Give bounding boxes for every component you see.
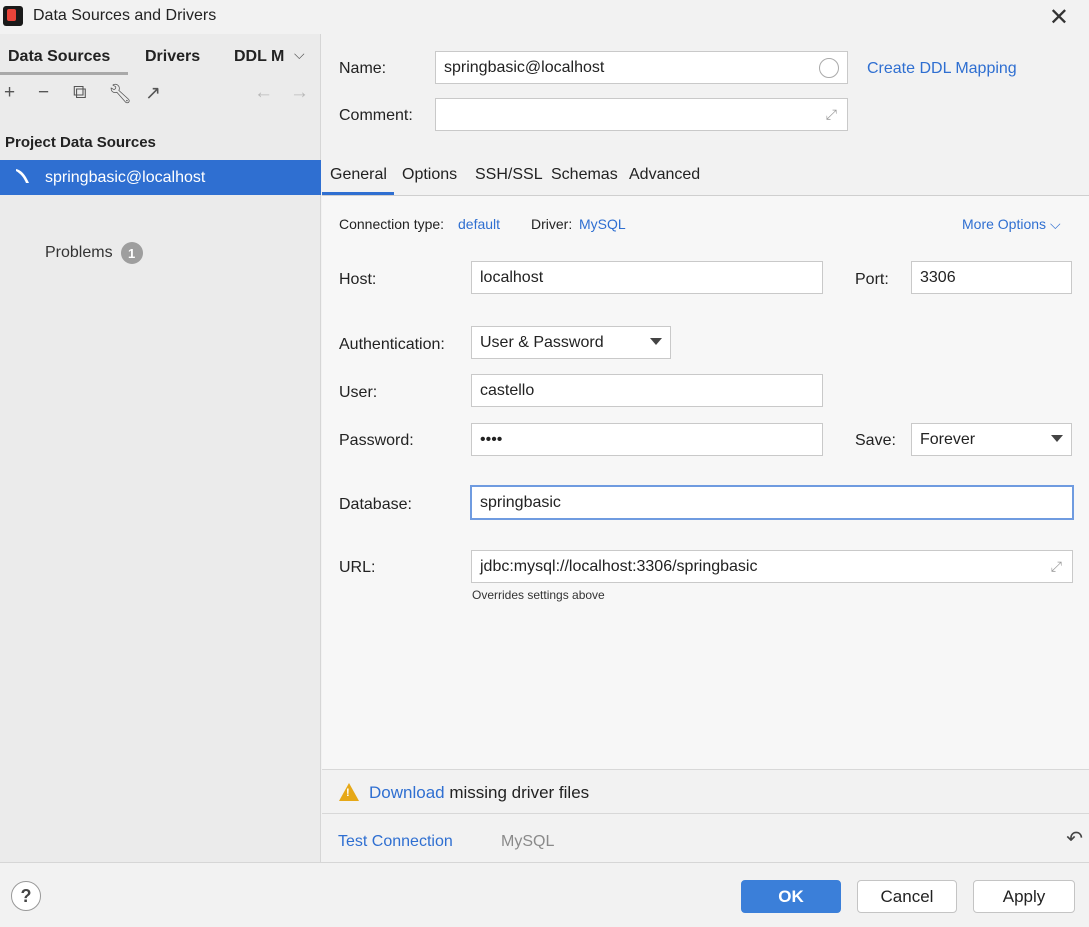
left-toolbar: + − ⧉ 🔧︎ ↗ ← → — [0, 80, 321, 110]
back-arrow-icon[interactable]: ← — [254, 82, 273, 104]
color-circle-icon[interactable] — [819, 58, 839, 78]
tab-data-sources[interactable]: Data Sources — [8, 48, 110, 66]
save-label: Save: — [855, 432, 896, 449]
url-input[interactable]: jdbc:mysql://localhost:3306/springbasic … — [471, 550, 1073, 583]
window-title: Data Sources and Drivers — [33, 7, 217, 24]
data-source-item[interactable]: springbasic@localhost — [0, 160, 321, 195]
url-value: jdbc:mysql://localhost:3306/springbasic — [480, 558, 758, 575]
expand-icon[interactable]: ⤢ — [1051, 558, 1062, 575]
expand-icon[interactable]: ⤢ — [826, 106, 837, 123]
connection-footer: Test Connection MySQL ↶ — [322, 814, 1089, 862]
tab-ddl-mappings[interactable]: DDL M — [234, 48, 284, 66]
tab-drivers[interactable]: Drivers — [145, 48, 200, 66]
more-options-link[interactable]: More Options ⌵ — [962, 216, 1061, 233]
problems-item[interactable]: Problems 1 — [45, 242, 143, 264]
driver-label: Driver: — [531, 216, 573, 232]
undo-icon[interactable]: ↶ — [1066, 826, 1083, 851]
connection-type-link[interactable]: default — [458, 216, 500, 232]
settings-tab-bar: General Options SSH/SSL Schemas Advanced — [322, 162, 1089, 196]
host-label: Host: — [339, 271, 377, 288]
driver-name-label: MySQL — [501, 833, 555, 850]
user-input[interactable]: castello — [471, 374, 823, 407]
left-panel: Data Sources Drivers DDL M ⌵ + − ⧉ 🔧︎ ↗ … — [0, 34, 321, 862]
authentication-select[interactable]: User & Password — [471, 326, 671, 359]
dropdown-arrow-icon — [650, 338, 662, 345]
name-value: springbasic@localhost — [444, 59, 605, 76]
tab-advanced[interactable]: Advanced — [629, 166, 700, 184]
port-label: Port: — [855, 271, 889, 288]
test-connection-link[interactable]: Test Connection — [338, 833, 453, 851]
download-link[interactable]: Download — [369, 783, 445, 802]
database-input[interactable]: springbasic — [470, 485, 1074, 520]
warning-icon: ! — [339, 783, 359, 801]
add-icon[interactable]: + — [4, 82, 15, 104]
name-label: Name: — [339, 60, 387, 77]
forward-arrow-icon[interactable]: → — [290, 82, 309, 104]
save-select[interactable]: Forever — [911, 423, 1072, 456]
tab-ssh-ssl[interactable]: SSH/SSL — [475, 166, 543, 184]
tab-underline — [322, 192, 394, 195]
driver-link[interactable]: MySQL — [579, 216, 626, 232]
cancel-button[interactable]: Cancel — [857, 880, 957, 913]
chevron-down-icon: ⌵ — [1049, 216, 1061, 232]
connection-type-label: Connection type: — [339, 216, 445, 232]
app-icon — [3, 6, 23, 26]
user-label: User: — [339, 384, 378, 401]
title-bar: Data Sources and Drivers ✕ — [0, 0, 1089, 34]
host-input[interactable]: localhost — [471, 261, 823, 294]
password-label: Password: — [339, 432, 414, 449]
external-link-icon[interactable]: ↗ — [145, 82, 161, 105]
tab-general[interactable]: General — [330, 166, 387, 184]
tab-schemas[interactable]: Schemas — [551, 166, 618, 184]
warning-text: missing driver files — [444, 783, 590, 802]
problems-count-badge: 1 — [120, 242, 143, 264]
save-value: Forever — [920, 431, 976, 448]
url-hint: Overrides settings above — [472, 588, 605, 602]
tab-options[interactable]: Options — [402, 166, 457, 184]
database-label: Database: — [339, 496, 412, 513]
help-button[interactable]: ? — [11, 881, 41, 911]
duplicate-icon[interactable]: ⧉ — [73, 82, 87, 104]
apply-button[interactable]: Apply — [973, 880, 1075, 913]
dropdown-arrow-icon — [1051, 435, 1063, 442]
create-ddl-mapping-link[interactable]: Create DDL Mapping — [867, 60, 1017, 78]
left-tab-bar: Data Sources Drivers DDL M ⌵ — [0, 44, 321, 75]
chevron-down-icon[interactable]: ⌵ — [294, 46, 305, 63]
data-source-label: springbasic@localhost — [45, 169, 206, 186]
problems-label: Problems — [45, 244, 113, 261]
authentication-value: User & Password — [480, 334, 604, 351]
ok-button[interactable]: OK — [741, 880, 841, 913]
name-field[interactable]: springbasic@localhost — [435, 51, 848, 84]
warning-message: Download missing driver files — [369, 783, 589, 803]
comment-label: Comment: — [339, 107, 413, 124]
comment-field[interactable]: ⤢ — [435, 98, 848, 131]
password-input[interactable]: •••• — [471, 423, 823, 456]
remove-icon[interactable]: − — [38, 82, 49, 104]
port-input[interactable]: 3306 — [911, 261, 1072, 294]
driver-warning-bar: ! Download missing driver files — [322, 769, 1089, 814]
tab-underline — [0, 72, 128, 75]
url-label: URL: — [339, 559, 376, 576]
general-tab-content: Connection type: default Driver: MySQL M… — [322, 196, 1089, 769]
authentication-label: Authentication: — [339, 336, 445, 353]
right-panel: Name: springbasic@localhost Create DDL M… — [322, 34, 1089, 862]
dialog-button-bar: ? OK Cancel Apply — [0, 862, 1089, 927]
close-icon[interactable]: ✕ — [1049, 3, 1069, 32]
mysql-dolphin-icon — [16, 169, 29, 183]
project-data-sources-heading: Project Data Sources — [5, 134, 156, 151]
wrench-icon[interactable]: 🔧︎ — [108, 82, 132, 106]
more-options-label: More Options — [962, 216, 1047, 232]
